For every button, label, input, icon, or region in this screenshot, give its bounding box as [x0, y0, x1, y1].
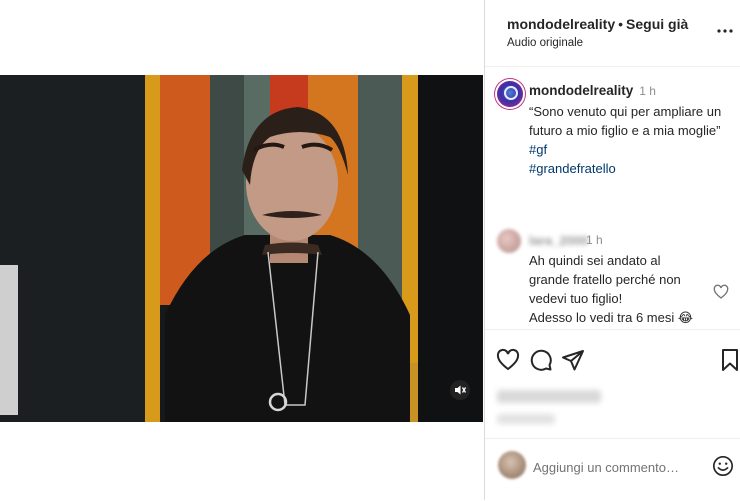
hashtag-gf[interactable]: #gf [529, 140, 734, 159]
add-comment-input[interactable] [533, 456, 703, 478]
heart-icon[interactable] [496, 348, 520, 372]
comment-icon[interactable] [529, 348, 553, 372]
comment-text-line1: Ah quindi sei andato al grande fratello … [529, 253, 681, 306]
comments-scroll-area[interactable]: mondodelreality 1 h “Sono venuto qui per … [485, 67, 740, 329]
action-bar [485, 329, 740, 452]
video-frame [0, 75, 483, 422]
bookmark-icon[interactable] [721, 348, 740, 372]
author-avatar[interactable] [497, 81, 523, 107]
audio-link[interactable]: Audio originale [507, 37, 583, 49]
post-details-pane: mondodelreality • Segui già Audio original… [485, 0, 740, 500]
caption-time[interactable]: 1 h [639, 84, 656, 98]
volume-muted-icon[interactable] [450, 380, 470, 400]
follow-status-button[interactable]: Segui già [626, 16, 688, 32]
post-header: mondodelreality • Segui già Audio original… [485, 0, 740, 67]
add-comment-bar [485, 438, 740, 501]
hashtag-grandefratello[interactable]: #grandefratello [529, 159, 734, 178]
commenter-username[interactable]: lara_2000 [529, 233, 588, 248]
caption-text: “Sono venuto qui per ampliare un futuro … [529, 104, 722, 138]
post-media-pane [0, 0, 484, 500]
comment-like-heart-icon[interactable] [713, 284, 729, 300]
header-username[interactable]: mondodelreality [507, 16, 615, 32]
more-horizontal-icon[interactable] [716, 22, 734, 40]
caption-user-line: mondodelreality 1 h [529, 83, 656, 98]
emoji-icon[interactable] [712, 455, 734, 477]
caption-text-block: “Sono venuto qui per ampliare un futuro … [529, 102, 734, 178]
commenter-avatar[interactable] [497, 229, 521, 253]
caption-username[interactable]: mondodelreality [529, 83, 633, 98]
post-video[interactable] [0, 75, 483, 422]
comment-text-line2: Adesso lo vedi tra 6 mesi 😂 [529, 310, 694, 325]
header-user-line: mondodelreality • Segui già [507, 16, 688, 32]
post-date-redacted [497, 414, 555, 424]
current-user-avatar [498, 451, 526, 479]
header-separator: • [618, 16, 624, 32]
share-icon[interactable] [561, 348, 585, 372]
comment-text: Ah quindi sei andato al grande fratello … [529, 251, 704, 327]
comment-time[interactable]: 1 h [586, 233, 603, 247]
likes-count-redacted [497, 390, 601, 403]
